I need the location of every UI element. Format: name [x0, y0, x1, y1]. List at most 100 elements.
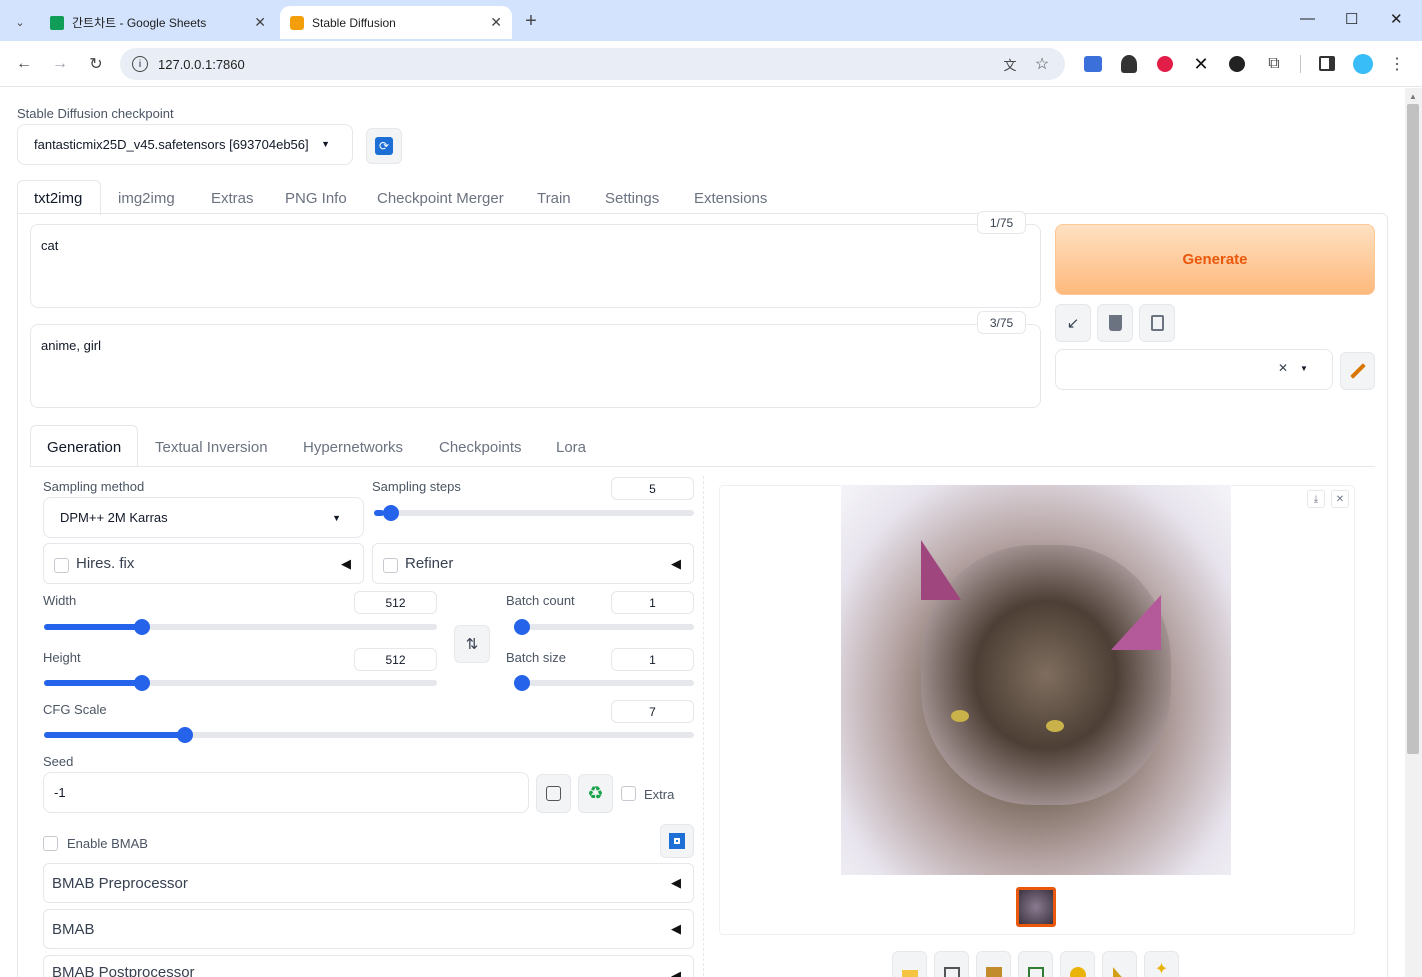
height-input[interactable]: 512	[354, 648, 437, 671]
clear-styles-icon[interactable]: ✕	[1278, 361, 1288, 375]
zip-button[interactable]	[976, 951, 1011, 977]
tab-train[interactable]: Train	[537, 190, 571, 207]
recycle-icon: ♻	[587, 783, 604, 803]
page-scrollbar-thumb[interactable]	[1407, 104, 1419, 754]
bookmark-star-icon[interactable]: ☆	[1032, 54, 1052, 74]
close-window-button[interactable]: ✕	[1390, 10, 1403, 28]
refresh-checkpoint-button[interactable]: ⟳	[366, 128, 402, 164]
refiner-accordion[interactable]: Refiner ◀	[372, 543, 694, 584]
tab-textual-inversion[interactable]: Textual Inversion	[155, 439, 268, 456]
seed-input[interactable]: -1	[43, 772, 529, 813]
tab-img2img[interactable]: img2img	[118, 190, 175, 207]
open-folder-button[interactable]	[892, 951, 927, 977]
accordion-label: BMAB Preprocessor	[52, 874, 188, 892]
site-info-icon[interactable]: i	[132, 56, 148, 72]
translate-icon[interactable]: 文	[1000, 54, 1020, 74]
close-tab-icon[interactable]: ✕	[490, 14, 502, 31]
browser-tab-sheets[interactable]: 간트차트 - Google Sheets ✕	[40, 6, 276, 39]
save-button[interactable]	[934, 951, 969, 977]
cfg-scale-slider[interactable]	[44, 727, 694, 743]
extension-dark-icon[interactable]	[1121, 55, 1137, 73]
reload-icon[interactable]: ↻	[84, 52, 108, 76]
width-slider[interactable]	[44, 619, 437, 635]
tab-png-info[interactable]: PNG Info	[285, 190, 347, 207]
tab-checkpoint-merger[interactable]: Checkpoint Merger	[377, 190, 504, 207]
extension-blue-icon[interactable]	[1084, 56, 1102, 72]
bmab-postprocessor-accordion[interactable]: BMAB Postprocessor ◀	[43, 955, 694, 977]
gallery-thumbnail[interactable]	[1016, 887, 1056, 927]
forward-arrow-icon[interactable]: →	[48, 52, 72, 76]
edit-styles-button[interactable]	[1340, 352, 1375, 390]
back-arrow-icon[interactable]: ←	[12, 52, 36, 76]
batch-count-label: Batch count	[506, 593, 575, 608]
download-icon[interactable]: ⤓	[1307, 490, 1325, 508]
styles-dropdown[interactable]: ✕ ▼	[1055, 349, 1333, 390]
sampling-steps-slider[interactable]	[374, 505, 694, 521]
extensions-puzzle-icon[interactable]: ⧉	[1264, 54, 1284, 74]
scroll-up-arrow-icon[interactable]: ▲	[1409, 92, 1417, 101]
sparkle-button[interactable]: ✦	[1144, 951, 1179, 977]
enable-bmab-checkbox[interactable]	[43, 836, 58, 851]
tab-extensions[interactable]: Extensions	[694, 190, 767, 207]
send-to-img2img-button[interactable]	[1018, 951, 1053, 977]
address-bar[interactable]: i 127.0.0.1:7860 文 ☆	[120, 48, 1065, 80]
slider-thumb[interactable]	[514, 619, 530, 635]
close-preview-icon[interactable]: ✕	[1331, 490, 1349, 508]
reuse-seed-button[interactable]: ♻	[578, 774, 613, 813]
slider-thumb[interactable]	[383, 505, 400, 521]
batch-size-input[interactable]: 1	[611, 648, 694, 671]
tab-search-chevron-icon[interactable]: ⌄	[8, 10, 32, 34]
extra-seed-checkbox[interactable]	[621, 786, 636, 801]
tab-settings[interactable]: Settings	[605, 190, 659, 207]
batch-count-slider[interactable]	[514, 619, 694, 635]
slider-thumb[interactable]	[514, 675, 530, 691]
checkpoint-dropdown[interactable]: fantasticmix25D_v45.safetensors [693704e…	[17, 124, 353, 165]
height-slider[interactable]	[44, 675, 437, 691]
bmab-preprocessor-accordion[interactable]: BMAB Preprocessor ◀	[43, 863, 694, 903]
read-params-button[interactable]: ↙	[1055, 304, 1091, 342]
sd-favicon-icon	[290, 15, 304, 30]
tab-checkpoints[interactable]: Checkpoints	[439, 439, 522, 456]
bmab-accordion[interactable]: BMAB ◀	[43, 909, 694, 949]
menu-kebab-icon[interactable]: ⋮	[1389, 54, 1405, 74]
tab-extras[interactable]: Extras	[211, 190, 254, 207]
browser-tab-stable-diffusion[interactable]: Stable Diffusion ✕	[280, 6, 512, 39]
extension-red-icon[interactable]	[1157, 56, 1173, 72]
bmab-config-button[interactable]	[660, 824, 694, 858]
tab-hypernetworks[interactable]: Hypernetworks	[303, 439, 403, 456]
tab-title: 간트차트 - Google Sheets	[72, 16, 207, 30]
extension-cat-icon[interactable]	[1229, 56, 1245, 72]
apply-styles-button[interactable]	[1139, 304, 1175, 342]
slider-thumb[interactable]	[177, 727, 194, 743]
tab-txt2img[interactable]: txt2img	[34, 190, 82, 207]
random-seed-button[interactable]	[536, 774, 571, 813]
batch-count-input[interactable]: 1	[611, 591, 694, 614]
new-tab-button[interactable]: +	[520, 10, 542, 32]
batch-size-slider[interactable]	[514, 675, 694, 691]
tab-lora[interactable]: Lora	[556, 439, 586, 456]
negative-prompt-textarea[interactable]: anime, girl	[30, 324, 1041, 408]
cfg-scale-input[interactable]: 7	[611, 700, 694, 723]
prompt-textarea[interactable]: cat	[30, 224, 1041, 308]
send-to-inpaint-button[interactable]	[1060, 951, 1095, 977]
maximize-button[interactable]: ☐	[1345, 10, 1358, 28]
minimize-button[interactable]: —	[1300, 10, 1315, 27]
refiner-checkbox[interactable]	[383, 558, 398, 573]
generate-button[interactable]: Generate	[1055, 224, 1375, 295]
swap-dimensions-button[interactable]: ⇅	[454, 625, 490, 663]
sampling-steps-label: Sampling steps	[372, 479, 461, 494]
send-to-extras-button[interactable]	[1102, 951, 1137, 977]
clear-prompt-button[interactable]	[1097, 304, 1133, 342]
tab-generation[interactable]: Generation	[47, 439, 121, 456]
close-tab-icon[interactable]: ✕	[254, 14, 266, 31]
extension-x-icon[interactable]: ✕	[1191, 54, 1211, 74]
sampling-method-dropdown[interactable]: DPM++ 2M Karras ▼	[43, 497, 364, 538]
profile-avatar[interactable]	[1353, 54, 1373, 74]
sampling-steps-input[interactable]: 5	[611, 477, 694, 500]
hires-fix-accordion[interactable]: Hires. fix ◀	[43, 543, 364, 584]
hires-fix-checkbox[interactable]	[54, 558, 69, 573]
palette-icon	[1069, 966, 1086, 977]
generated-cat-image[interactable]	[841, 485, 1231, 875]
width-input[interactable]: 512	[354, 591, 437, 614]
side-panel-icon[interactable]	[1319, 56, 1335, 71]
